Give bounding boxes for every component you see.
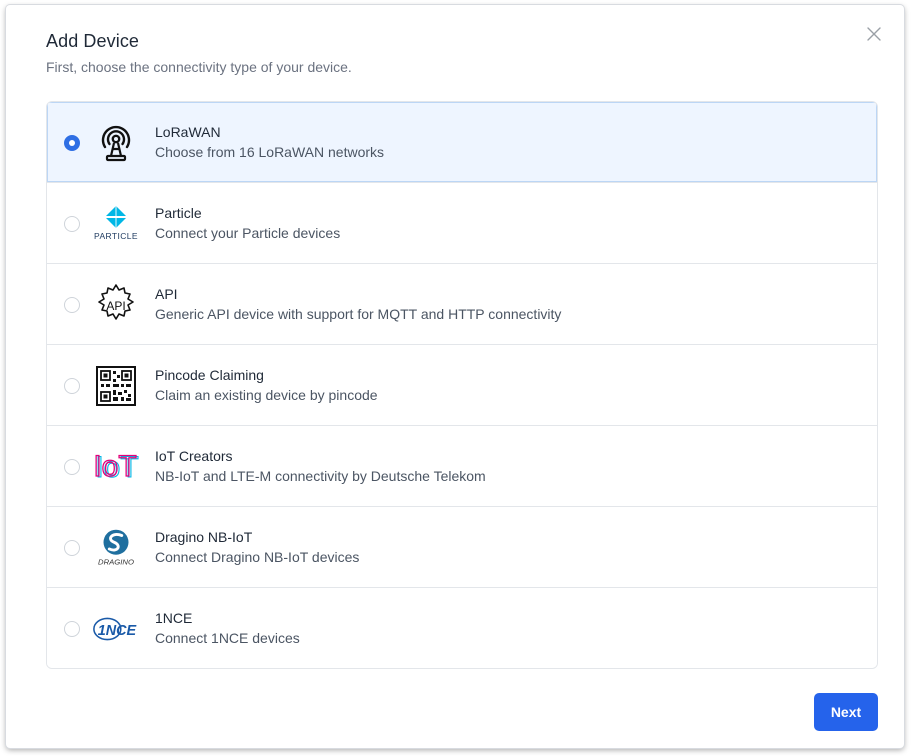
connectivity-options-list: LoRaWAN Choose from 16 LoRaWAN networks … (46, 101, 878, 669)
dialog-subtitle: First, choose the connectivity type of y… (46, 59, 352, 75)
option-description: NB-IoT and LTE-M connectivity by Deutsch… (155, 468, 486, 484)
add-device-dialog: Add Device First, choose the connectivit… (6, 5, 904, 748)
option-1nce[interactable]: 1NCE 1NCE Connect 1NCE devices (47, 588, 877, 668)
option-title: IoT Creators (155, 448, 233, 464)
particle-logo: PARTICLE (91, 203, 141, 245)
dialog-title: Add Device (46, 31, 140, 51)
iot-logo-text: IoT (93, 450, 136, 483)
qr-code-icon (91, 365, 141, 407)
option-description: Connect Dragino NB-IoT devices (155, 549, 360, 565)
dragino-logo-text: DRAGINO (98, 557, 134, 566)
option-iot-creators[interactable]: IoT IoT IoT Creators NB-IoT and LTE-M co… (47, 426, 877, 507)
option-description: Claim an existing device by pincode (155, 387, 378, 403)
1nce-logo: 1NCE (91, 608, 141, 650)
option-description: Choose from 16 LoRaWAN networks (155, 144, 385, 160)
option-title: API (155, 286, 178, 302)
option-title: Dragino NB-IoT (155, 529, 253, 545)
dragino-logo: DRAGINO (91, 527, 141, 569)
option-dragino-nb-iot[interactable]: DRAGINO Dragino NB-IoT Connect Dragino N… (47, 507, 877, 588)
option-lorawan[interactable]: LoRaWAN Choose from 16 LoRaWAN networks (47, 102, 877, 183)
close-icon (867, 27, 881, 41)
radio-dragino-nb-iot[interactable] (64, 540, 80, 556)
radio-api[interactable] (64, 297, 80, 313)
particle-logo-text: PARTICLE (94, 231, 138, 241)
option-title: Pincode Claiming (155, 367, 264, 383)
radio-iot-creators[interactable] (64, 459, 80, 475)
api-logo-text: API (106, 299, 125, 313)
radio-1nce[interactable] (64, 621, 80, 637)
option-description: Connect your Particle devices (155, 225, 341, 241)
next-button[interactable]: Next (814, 693, 878, 731)
antenna-icon (91, 122, 141, 164)
option-api[interactable]: API API Generic API device with support … (47, 264, 877, 345)
radio-lorawan[interactable] (64, 135, 80, 151)
option-particle[interactable]: PARTICLE Particle Connect your Particle … (47, 183, 877, 264)
option-pincode-claiming[interactable]: Pincode Claiming Claim an existing devic… (47, 345, 877, 426)
option-description: Generic API device with support for MQTT… (155, 306, 562, 322)
option-title: 1NCE (155, 610, 193, 626)
radio-pincode-claiming[interactable] (64, 378, 80, 394)
radio-particle[interactable] (64, 216, 80, 232)
api-gear-icon: API (91, 284, 141, 326)
close-button[interactable] (864, 24, 884, 44)
option-title: Particle (155, 205, 202, 221)
option-title: LoRaWAN (155, 124, 221, 140)
iot-creators-logo: IoT IoT (91, 446, 141, 488)
option-description: Connect 1NCE devices (155, 630, 300, 646)
1nce-logo-text: 1NCE (98, 623, 137, 639)
